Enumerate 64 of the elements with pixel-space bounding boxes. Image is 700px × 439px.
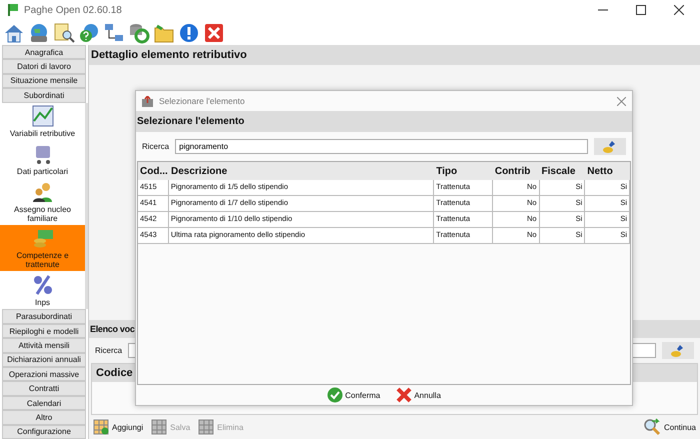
sidebar-item-label: Dati particolari xyxy=(16,166,70,176)
flag-icon xyxy=(8,4,18,16)
sidebar-section-button[interactable]: Altro xyxy=(2,410,86,425)
sidebar-section-button[interactable]: Contratti xyxy=(2,381,86,396)
sidebar-item-label: Competenze e trattenute xyxy=(15,251,70,270)
cross-icon xyxy=(396,387,412,403)
column-header[interactable]: Descrizione xyxy=(169,166,434,176)
app-icon xyxy=(142,96,153,106)
exit-icon[interactable] xyxy=(203,22,225,44)
search-label: Ricerca xyxy=(142,142,170,151)
sidebar-item[interactable]: Inps xyxy=(0,272,85,310)
sidebar-item-label: Assegno nucleo familiare xyxy=(13,204,72,223)
sidebar-section-button[interactable]: Anagrafica xyxy=(2,45,86,60)
sidebar-item-label: Inps xyxy=(34,298,52,308)
document-magnifier-icon[interactable] xyxy=(53,22,75,44)
continue-button[interactable]: Continua xyxy=(640,418,698,436)
brush-icon xyxy=(603,140,617,152)
toolbar-button[interactable]: Aggiungi xyxy=(91,419,146,435)
brush-icon xyxy=(671,344,685,356)
magnifier-arrow-icon xyxy=(642,418,661,436)
chart-icon xyxy=(32,104,54,127)
grid-icon xyxy=(198,419,214,435)
sidebar-section-button[interactable]: Calendari xyxy=(2,396,86,410)
globe-icon[interactable] xyxy=(28,22,50,44)
sidebar-section-button[interactable]: Operazioni massive xyxy=(2,367,86,382)
grid-icon xyxy=(151,419,168,435)
sidebar-section-button[interactable]: Datori di lavoro xyxy=(2,59,86,74)
column-header[interactable]: Contrib xyxy=(492,166,540,176)
sidebar-item[interactable]: Competenze e trattenute xyxy=(0,225,85,272)
sidebar-item[interactable]: Dati particolari xyxy=(0,140,85,178)
info-icon[interactable] xyxy=(178,22,200,44)
column-header[interactable]: Fiscale xyxy=(540,166,586,176)
column-header[interactable]: Tipo xyxy=(434,166,493,176)
search-label: Ricerca xyxy=(95,346,122,355)
maximize-icon[interactable] xyxy=(636,5,646,15)
sidebar-section-button[interactable]: Dichiarazioni annuali xyxy=(2,352,86,368)
sidebar-section-button[interactable]: Parasubordinati xyxy=(2,309,86,324)
sidebar-section-button[interactable]: Configurazione xyxy=(2,424,86,439)
sidebar-item-label: Variabili retributive xyxy=(8,128,76,138)
percent-icon xyxy=(32,274,54,296)
close-icon[interactable] xyxy=(674,5,684,15)
grid-icon xyxy=(93,419,109,435)
dialog-header: Selezionare l'elemento xyxy=(136,111,632,132)
sidebar-section-button[interactable]: Riepiloghi e modelli xyxy=(2,324,86,338)
sidebar-section-button[interactable]: Attività mensili xyxy=(2,338,86,353)
sidebar-item[interactable]: Variabili retributive xyxy=(0,102,85,140)
confirm-button[interactable]: Conferma xyxy=(321,386,386,404)
coins-icon xyxy=(32,227,54,250)
folder-icon[interactable] xyxy=(153,22,175,44)
checkmark-icon xyxy=(327,387,344,403)
network-icon[interactable] xyxy=(103,22,125,44)
dialog-title: Selezionare l'elemento xyxy=(159,96,245,106)
section-header: Dettaglio elemento retributivo xyxy=(89,45,700,65)
clear-button[interactable] xyxy=(594,138,626,155)
people-icon xyxy=(32,180,54,203)
cancel-button[interactable]: Annulla xyxy=(390,386,447,404)
search-field[interactable]: pignoramento xyxy=(175,139,588,154)
clear-button[interactable] xyxy=(662,342,694,359)
sidebar-item[interactable]: Assegno nucleo familiare xyxy=(0,178,85,225)
sidebar-section-button[interactable]: Situazione mensile xyxy=(2,74,86,88)
column-header[interactable]: Cod... xyxy=(138,166,169,176)
window-title: Paghe Open 02.60.18 xyxy=(24,4,122,16)
sidebar-section-button[interactable]: Subordinati xyxy=(2,88,86,103)
column-header[interactable]: Netto xyxy=(585,166,630,176)
